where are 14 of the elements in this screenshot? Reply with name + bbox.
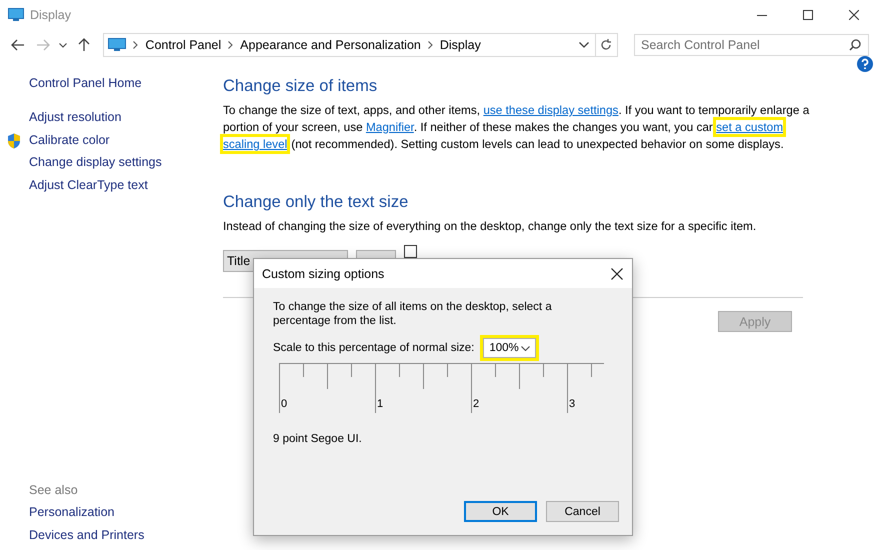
section-heading: Change only the text size — [223, 193, 410, 212]
ruler-label: 2 — [473, 398, 480, 410]
window-title: Display — [30, 8, 72, 22]
paragraph: To change the size of text, apps, and other items, use these display settings. If you want to temporarily enlarge a portion of your screen, use Magnifier. If neither of these makes the changes you want, you car set a custom scaling level (not recommended). Setting custom levels can lead to unexpected behavior on some displays. — [223, 102, 810, 153]
paragraph: Instead of changing the size of everything on the desktop, change only the text size for a specific item. — [223, 218, 758, 235]
ruler-label: 0 — [281, 398, 288, 410]
instructions-text: To change the size of all items on the desktop, select a percentage from the list. — [273, 300, 553, 328]
section-heading: Change size of items — [223, 77, 378, 96]
ruler-label: 3 — [569, 398, 576, 410]
ruler-label: 1 — [377, 398, 384, 410]
scale-label: Scale to this percentage of normal size: — [273, 342, 474, 354]
font-note: 9 point Segoe UI. — [273, 433, 363, 445]
see-also-heading: See also — [29, 483, 79, 497]
dialog-title: Custom sizing options — [262, 266, 386, 280]
